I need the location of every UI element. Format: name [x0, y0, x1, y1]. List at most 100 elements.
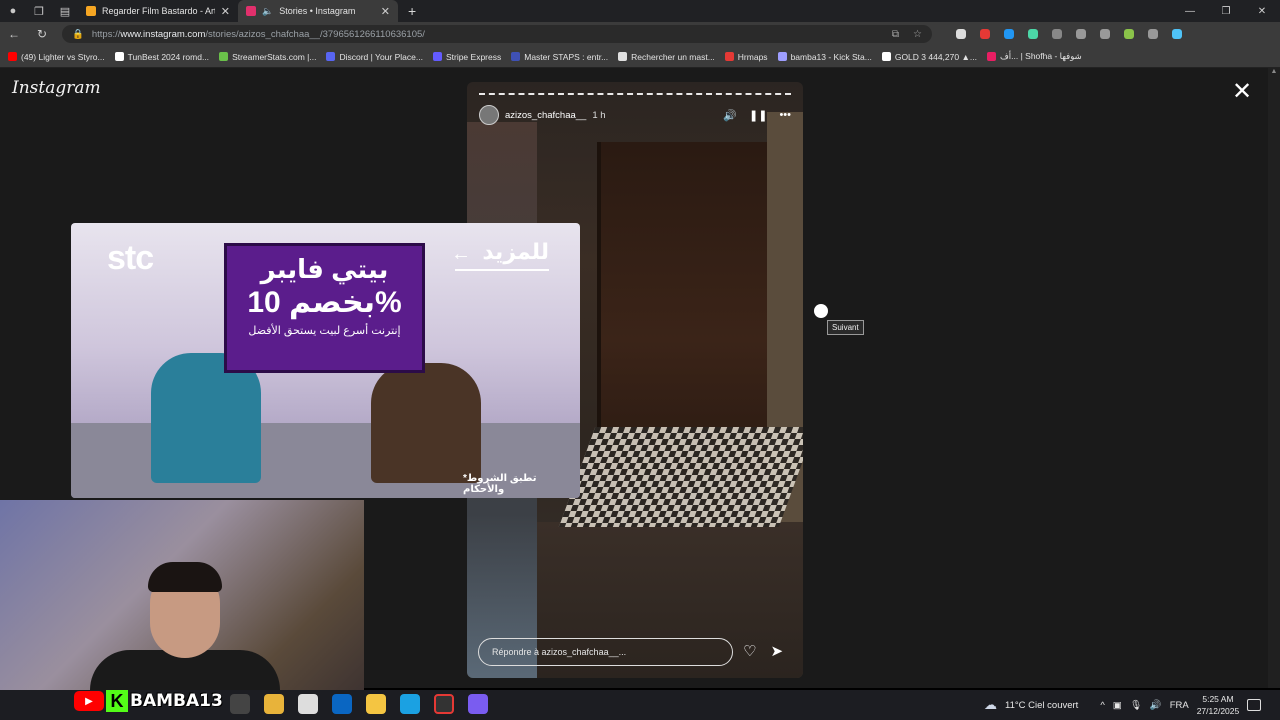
- address-bar[interactable]: 🔒 https://www.instagram.com/stories/aziz…: [62, 25, 932, 43]
- new-tab-button[interactable]: +: [398, 3, 426, 19]
- more-options-icon[interactable]: •••: [779, 109, 791, 122]
- close-icon[interactable]: ✕: [221, 5, 230, 18]
- ad-terms: *تطبق الشروط والأحكام: [463, 473, 537, 495]
- bookmark-item[interactable]: Stripe Express: [432, 52, 501, 62]
- bookmark-item[interactable]: Rechercher un mast...: [618, 52, 715, 62]
- bookmark-label: TunBest 2024 romd...: [127, 51, 210, 62]
- bookmark-favicon-icon: [881, 52, 891, 61]
- refresh-button[interactable]: ↻: [28, 27, 56, 41]
- bookmark-label: أف... | Shofha - شوفها: [999, 51, 1082, 61]
- cloud-icon: ☁: [984, 697, 997, 712]
- bookmark-favicon-icon: [724, 52, 734, 61]
- url-actions: ⧉ ☆: [892, 29, 922, 40]
- notes-icon[interactable]: [298, 694, 318, 714]
- send-icon[interactable]: ➤: [770, 642, 783, 660]
- volume-icon[interactable]: 🔊: [723, 109, 737, 122]
- ad-headline-1: بيتي فايبر: [260, 254, 389, 284]
- notification-icon[interactable]: [1247, 699, 1262, 711]
- minimize-button[interactable]: —: [1172, 6, 1208, 17]
- restore-button[interactable]: ❐: [1208, 6, 1244, 17]
- network-icon[interactable]: ▣: [1113, 700, 1122, 711]
- explorer-icon[interactable]: [366, 694, 386, 714]
- discord-icon[interactable]: [468, 694, 488, 714]
- copilot-icon[interactable]: [1172, 29, 1182, 39]
- chevron-up-icon[interactable]: ^: [1100, 700, 1104, 711]
- more-icon[interactable]: [1148, 29, 1158, 39]
- story-image-tiles: [558, 427, 803, 527]
- instagram-logo[interactable]: Instagram: [12, 78, 101, 98]
- scroll-up-icon[interactable]: ▲: [1268, 68, 1280, 75]
- profile-icon[interactable]: ●: [0, 0, 26, 22]
- speaker-icon[interactable]: 🔊: [1150, 700, 1162, 711]
- heart-icon[interactable]: ♡: [743, 642, 756, 660]
- extension-icon[interactable]: [1124, 29, 1134, 39]
- bookmark-item[interactable]: (49) Lighter vs Styro...: [8, 52, 105, 62]
- keyboard-lang[interactable]: FRA: [1170, 700, 1189, 711]
- extension-icon[interactable]: [1004, 29, 1014, 39]
- reply-input[interactable]: Répondre à azizos_chafchaa__...: [478, 638, 733, 666]
- edge-icon[interactable]: [400, 694, 420, 714]
- bookmark-item[interactable]: Master STAPS : entr...: [511, 52, 608, 62]
- bookmark-item[interactable]: Hrmaps: [724, 51, 768, 62]
- outlook-icon[interactable]: [332, 694, 352, 714]
- clock[interactable]: 5:25 AM 27/12/2025: [1197, 693, 1240, 717]
- reply-actions: ♡ ➤: [743, 642, 783, 660]
- close-icon[interactable]: ✕: [381, 5, 390, 18]
- address-bar-row: ← ↻ 🔒 https://www.instagram.com/stories/…: [0, 22, 1280, 46]
- stc-logo: stc: [107, 239, 154, 277]
- open-in-app-icon[interactable]: ⧉: [892, 29, 899, 40]
- bookmark-favicon-icon: [511, 52, 521, 61]
- bookmark-label: (49) Lighter vs Styro...: [21, 51, 105, 62]
- weather-text[interactable]: 11°C Ciel couvert: [1005, 700, 1078, 711]
- arrow-left-icon: ←: [451, 243, 471, 265]
- star-icon[interactable]: ☆: [913, 29, 922, 40]
- warning-icon: [86, 6, 96, 16]
- close-story-button[interactable]: ✕: [1232, 80, 1252, 104]
- download-icon[interactable]: [1100, 29, 1110, 39]
- bookmark-label: StreamerStats.com |...: [232, 51, 317, 62]
- chrome-icon[interactable]: [264, 694, 284, 714]
- url-text: https://www.instagram.com/stories/azizos…: [91, 28, 425, 40]
- bookmark-item[interactable]: أف... | Shofha - شوفها: [986, 51, 1082, 62]
- bookmark-item[interactable]: StreamerStats.com |...: [219, 52, 316, 62]
- task-view-icon[interactable]: [230, 694, 250, 714]
- system-tray: ☁ 11°C Ciel couvert ^ ▣ 🎙 🔊 FRA 5:25 AM …: [984, 690, 1262, 720]
- bookmark-label: Master STAPS : entr...: [524, 51, 609, 62]
- ad-image-viking: [371, 363, 481, 483]
- mic-icon[interactable]: 🎙: [1130, 700, 1142, 711]
- lock-icon[interactable]: 🔒: [72, 29, 84, 40]
- next-story-button[interactable]: [814, 304, 828, 318]
- story-username[interactable]: azizos_chafchaa__: [505, 110, 586, 121]
- obs-icon[interactable]: [434, 694, 454, 714]
- split-screen-icon[interactable]: [1076, 29, 1086, 39]
- bookmark-item[interactable]: bamba13 - Kick Sta...: [777, 52, 872, 62]
- workspaces-icon[interactable]: ❐: [26, 0, 52, 22]
- audio-icon[interactable]: 🔈: [262, 6, 273, 17]
- bookmark-favicon-icon: [432, 52, 442, 61]
- story-header: azizos_chafchaa__ 1 h 🔊 ❚❚ •••: [479, 104, 791, 126]
- bookmark-item[interactable]: Discord | Your Place...: [326, 52, 423, 62]
- screen: ● ❐ ▤ Regarder Film Bastardo - Artify ✕ …: [0, 0, 1280, 720]
- webcam-hair: [148, 562, 222, 592]
- bookmark-item[interactable]: TunBest 2024 romd...: [114, 51, 210, 62]
- tab-artify[interactable]: Regarder Film Bastardo - Artify ✕: [78, 0, 238, 22]
- extensions: [956, 29, 1182, 39]
- avatar[interactable]: [479, 105, 499, 125]
- next-tooltip: Suivant: [827, 320, 864, 335]
- bookmark-item[interactable]: GOLD 3 444,270 ▲...: [881, 52, 977, 62]
- stc-ad-overlay: stc بيتي فايبر بخصم 10% إنترنت أسرع لبيت…: [71, 223, 580, 498]
- bookmark-label: Hrmaps: [737, 51, 768, 62]
- pause-icon[interactable]: ❚❚: [749, 109, 767, 122]
- tab-actions-icon[interactable]: ▤: [52, 0, 78, 22]
- extension-icon[interactable]: [956, 29, 966, 39]
- refresh-ext-icon[interactable]: [1052, 29, 1062, 39]
- page-scrollbar[interactable]: ▲: [1268, 68, 1280, 688]
- ad-promo-box: بيتي فايبر بخصم 10% إنترنت أسرع لبيت يست…: [224, 243, 425, 373]
- back-button[interactable]: ←: [0, 27, 28, 41]
- bookmarks-bar: (49) Lighter vs Styro... TunBest 2024 rom…: [0, 46, 1280, 68]
- close-window-button[interactable]: ✕: [1244, 6, 1280, 17]
- extension-icon[interactable]: [980, 29, 990, 39]
- extension-icon[interactable]: [1028, 29, 1038, 39]
- ad-headline-2: بخصم 10%: [247, 286, 402, 319]
- tab-instagram[interactable]: 🔈 Stories • Instagram ✕: [238, 0, 398, 22]
